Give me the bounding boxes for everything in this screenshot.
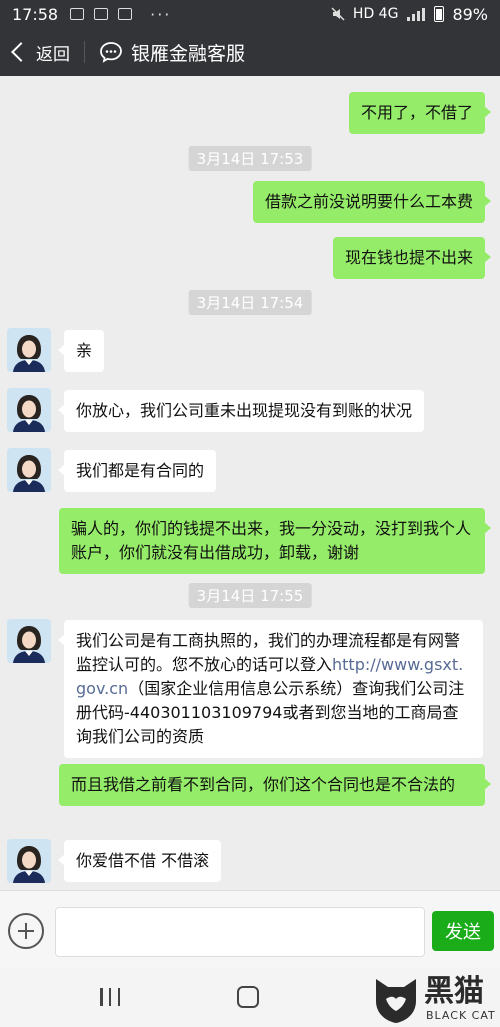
- agent-avatar-icon: [7, 619, 51, 663]
- avatar[interactable]: [7, 388, 51, 432]
- chat-title: 银雁金融客服: [131, 42, 246, 65]
- watermark-subtitle: BLACK CAT: [426, 1009, 496, 1022]
- watermark: 黑猫 BLACK CAT: [372, 975, 496, 1025]
- signal-icon: [407, 8, 426, 21]
- watermark-title: 黑猫: [424, 974, 484, 1009]
- battery-icon: [434, 6, 445, 22]
- message-incoming[interactable]: 你放心，我们公司重未出现提现没有到账的状况: [57, 390, 425, 432]
- message-outgoing[interactable]: 借款之前没说明要什么工本费: [252, 181, 492, 223]
- header-divider: [84, 41, 85, 63]
- avatar[interactable]: [7, 619, 51, 663]
- timestamp: 3月14日 17:54: [188, 290, 312, 315]
- message-incoming[interactable]: 我们都是有合同的: [57, 450, 217, 492]
- status-bar: 17:58 ··· HD 4G 89%: [0, 0, 500, 28]
- more-notifications-icon: ···: [150, 4, 172, 24]
- chat-area[interactable]: 不用了，不借了 3月14日 17:53 借款之前没说明要什么工本费 现在钱也提不…: [0, 76, 500, 890]
- message-outgoing[interactable]: 骗人的，你们的钱提不出来，我一分没动，没打到我个人账户，你们就没有出借成功，卸载…: [59, 508, 491, 574]
- send-button[interactable]: 发送: [432, 911, 494, 951]
- back-button[interactable]: 返回: [8, 40, 70, 65]
- avatar[interactable]: [7, 448, 51, 492]
- message-incoming[interactable]: 你爱借不借 不借滚: [57, 840, 222, 882]
- chevron-left-icon: [11, 42, 31, 62]
- input-bar: 发送: [0, 890, 500, 968]
- timestamp: 3月14日 17:55: [188, 583, 312, 608]
- avatar[interactable]: [7, 839, 51, 883]
- message-text: （国家企业信用信息公示系统）查询我们公司注册代码-440301103109794…: [76, 679, 465, 746]
- gallery-notification-icon: [70, 8, 85, 20]
- mute-icon: [331, 7, 345, 21]
- app-notification-icon: [94, 8, 109, 20]
- status-time: 17:58: [12, 4, 59, 24]
- status-right: HD 4G 89%: [331, 5, 488, 24]
- message-outgoing[interactable]: 现在钱也提不出来: [332, 237, 492, 279]
- settings-notification-icon: [118, 8, 133, 20]
- back-label: 返回: [36, 44, 70, 65]
- avatar[interactable]: [7, 328, 51, 372]
- message-input[interactable]: [55, 907, 425, 957]
- agent-avatar-icon: [7, 839, 51, 883]
- message-outgoing[interactable]: 不用了，不借了: [348, 92, 492, 134]
- recent-apps-icon[interactable]: [100, 988, 120, 1006]
- chat-header: 返回 银雁金融客服: [0, 28, 500, 76]
- message-outgoing[interactable]: 而且我借之前看不到合同，你们这个合同也是不合法的: [59, 764, 491, 806]
- agent-avatar-icon: [7, 328, 51, 372]
- timestamp: 3月14日 17:53: [188, 146, 312, 171]
- agent-avatar-icon: [7, 448, 51, 492]
- network-indicator: HD 4G: [352, 6, 399, 22]
- agent-avatar-icon: [7, 388, 51, 432]
- black-cat-logo-icon: [376, 979, 416, 1023]
- service-chat-icon: [100, 42, 122, 63]
- home-icon[interactable]: [237, 986, 259, 1008]
- message-incoming-long[interactable]: 我们公司是有工商执照的，我们的办理流程都是有网警监控认可的。您不放心的话可以登入…: [58, 620, 483, 758]
- battery-percent: 89%: [452, 4, 488, 24]
- message-incoming[interactable]: 亲: [57, 330, 105, 372]
- plus-icon[interactable]: [8, 913, 44, 949]
